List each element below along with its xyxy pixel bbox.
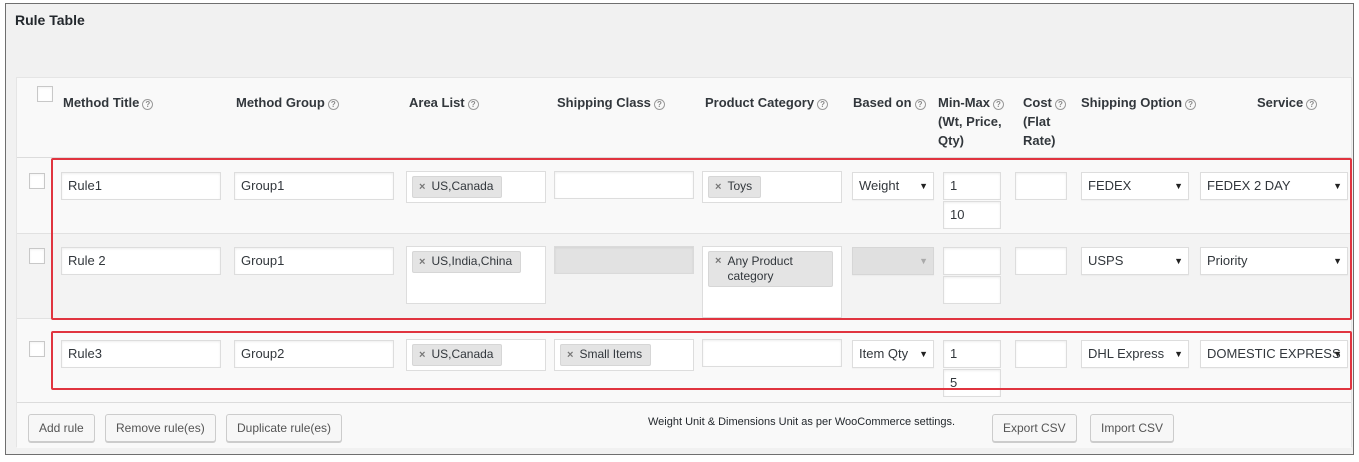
shipping-class-tag[interactable]: × Small Items	[560, 344, 652, 366]
help-icon[interactable]: ?	[327, 99, 339, 110]
area-tag[interactable]: × US,Canada	[412, 176, 503, 198]
area-tag[interactable]: × US,India,China	[412, 251, 522, 273]
min-input[interactable]: 1	[943, 340, 1001, 368]
remove-tag-icon[interactable]: ×	[419, 181, 425, 193]
column-header-shipping-class: Shipping Class?	[557, 93, 665, 112]
column-header-min-max: Min-Max? (Wt, Price, Qty)	[938, 93, 1004, 150]
row-divider	[17, 318, 1351, 319]
based-on-select[interactable]: ▼	[852, 247, 934, 275]
table-footer: Add rule Remove rule(es) Duplicate rule(…	[17, 402, 1351, 448]
method-title-input[interactable]: Rule1	[61, 172, 221, 200]
chevron-down-icon: ▼	[919, 349, 928, 359]
help-icon[interactable]: ?	[817, 99, 829, 110]
rule-table-panel: Rule Table Method Title? Method Group? A…	[5, 3, 1354, 455]
method-title-input[interactable]: Rule3	[61, 340, 221, 368]
cost-input[interactable]	[1015, 340, 1067, 368]
category-tag[interactable]: × Toys	[708, 176, 762, 198]
method-group-input[interactable]: Group1	[234, 247, 394, 275]
help-icon[interactable]: ?	[993, 99, 1004, 110]
column-header-method-title: Method Title?	[63, 93, 154, 112]
column-header-shipping-option: Shipping Option?	[1081, 93, 1197, 112]
shipping-option-select[interactable]: FEDEX ▼	[1081, 172, 1189, 200]
area-list-select[interactable]: × US,India,China	[406, 246, 546, 304]
min-input[interactable]	[943, 247, 1001, 275]
help-icon[interactable]: ?	[914, 99, 926, 110]
shipping-option-select[interactable]: DHL Express ▼	[1081, 340, 1189, 368]
column-header-cost: Cost? (Flat Rate)	[1023, 93, 1066, 150]
based-on-select[interactable]: Item Qty ▼	[852, 340, 934, 368]
category-tag[interactable]: × Any Product category	[708, 251, 833, 287]
column-header-area-list: Area List?	[409, 93, 479, 112]
chevron-down-icon: ▼	[1174, 349, 1183, 359]
table-row: Rule3 Group2 × US,Canada × Small Items Ite…	[17, 327, 1351, 401]
cost-input[interactable]	[1015, 247, 1067, 275]
remove-tag-icon[interactable]: ×	[715, 254, 721, 284]
row-checkbox[interactable]	[29, 248, 45, 264]
duplicate-rules-button[interactable]: Duplicate rule(es)	[226, 414, 343, 442]
area-list-select[interactable]: × US,Canada	[406, 339, 546, 371]
export-csv-button[interactable]: Export CSV	[992, 414, 1077, 442]
remove-tag-icon[interactable]: ×	[419, 256, 425, 268]
product-category-select[interactable]: × Any Product category	[702, 246, 842, 318]
help-icon[interactable]: ?	[467, 99, 479, 110]
area-list-select[interactable]: × US,Canada	[406, 171, 546, 203]
import-csv-button[interactable]: Import CSV	[1090, 414, 1175, 442]
help-icon[interactable]: ?	[1054, 99, 1066, 110]
chevron-down-icon: ▼	[919, 181, 928, 191]
max-input[interactable]	[943, 276, 1001, 304]
min-input[interactable]: 1	[943, 172, 1001, 200]
row-checkbox[interactable]	[29, 173, 45, 189]
table-header: Method Title? Method Group? Area List? S…	[17, 78, 1351, 158]
shipping-option-select[interactable]: USPS ▼	[1081, 247, 1189, 275]
chevron-down-icon: ▼	[919, 256, 928, 266]
chevron-down-icon: ▼	[1333, 181, 1342, 191]
column-header-product-category: Product Category?	[705, 93, 829, 112]
method-group-input[interactable]: Group2	[234, 340, 394, 368]
table-row: Rule1 Group1 × US,Canada × Toys Weight ▼ 1 …	[17, 159, 1351, 233]
chevron-down-icon: ▼	[1333, 349, 1342, 359]
shipping-class-select[interactable]	[554, 246, 694, 274]
cost-input[interactable]	[1015, 172, 1067, 200]
remove-tag-icon[interactable]: ×	[715, 181, 721, 193]
help-icon[interactable]: ?	[1306, 99, 1318, 110]
rule-table: Method Title? Method Group? Area List? S…	[16, 77, 1352, 448]
area-tag[interactable]: × US,Canada	[412, 344, 503, 366]
help-icon[interactable]: ?	[142, 99, 154, 110]
select-all-checkbox[interactable]	[37, 86, 53, 102]
service-select[interactable]: DOMESTIC EXPRESS ▼	[1200, 340, 1348, 368]
remove-tag-icon[interactable]: ×	[419, 349, 425, 361]
product-category-select[interactable]	[702, 339, 842, 367]
product-category-select[interactable]: × Toys	[702, 171, 842, 203]
help-icon[interactable]: ?	[1185, 99, 1197, 110]
row-checkbox[interactable]	[29, 341, 45, 357]
method-title-input[interactable]: Rule 2	[61, 247, 221, 275]
service-select[interactable]: FEDEX 2 DAY ▼	[1200, 172, 1348, 200]
shipping-class-select[interactable]	[554, 171, 694, 199]
remove-tag-icon[interactable]: ×	[567, 349, 573, 361]
column-header-based-on: Based on?	[853, 93, 926, 112]
shipping-class-select[interactable]: × Small Items	[554, 339, 694, 371]
column-header-method-group: Method Group?	[236, 93, 339, 112]
column-header-service: Service?	[1257, 93, 1318, 112]
chevron-down-icon: ▼	[1333, 256, 1342, 266]
chevron-down-icon: ▼	[1174, 181, 1183, 191]
max-input[interactable]: 5	[943, 369, 1001, 397]
max-input[interactable]: 10	[943, 201, 1001, 229]
service-select[interactable]: Priority ▼	[1200, 247, 1348, 275]
table-row: Rule 2 Group1 × US,India,China × Any Produ…	[17, 234, 1351, 318]
units-note: Weight Unit & Dimensions Unit as per Woo…	[648, 416, 956, 428]
add-rule-button[interactable]: Add rule	[28, 414, 95, 442]
help-icon[interactable]: ?	[653, 99, 665, 110]
remove-rules-button[interactable]: Remove rule(es)	[105, 414, 216, 442]
panel-title: Rule Table	[15, 12, 85, 28]
method-group-input[interactable]: Group1	[234, 172, 394, 200]
chevron-down-icon: ▼	[1174, 256, 1183, 266]
based-on-select[interactable]: Weight ▼	[852, 172, 934, 200]
